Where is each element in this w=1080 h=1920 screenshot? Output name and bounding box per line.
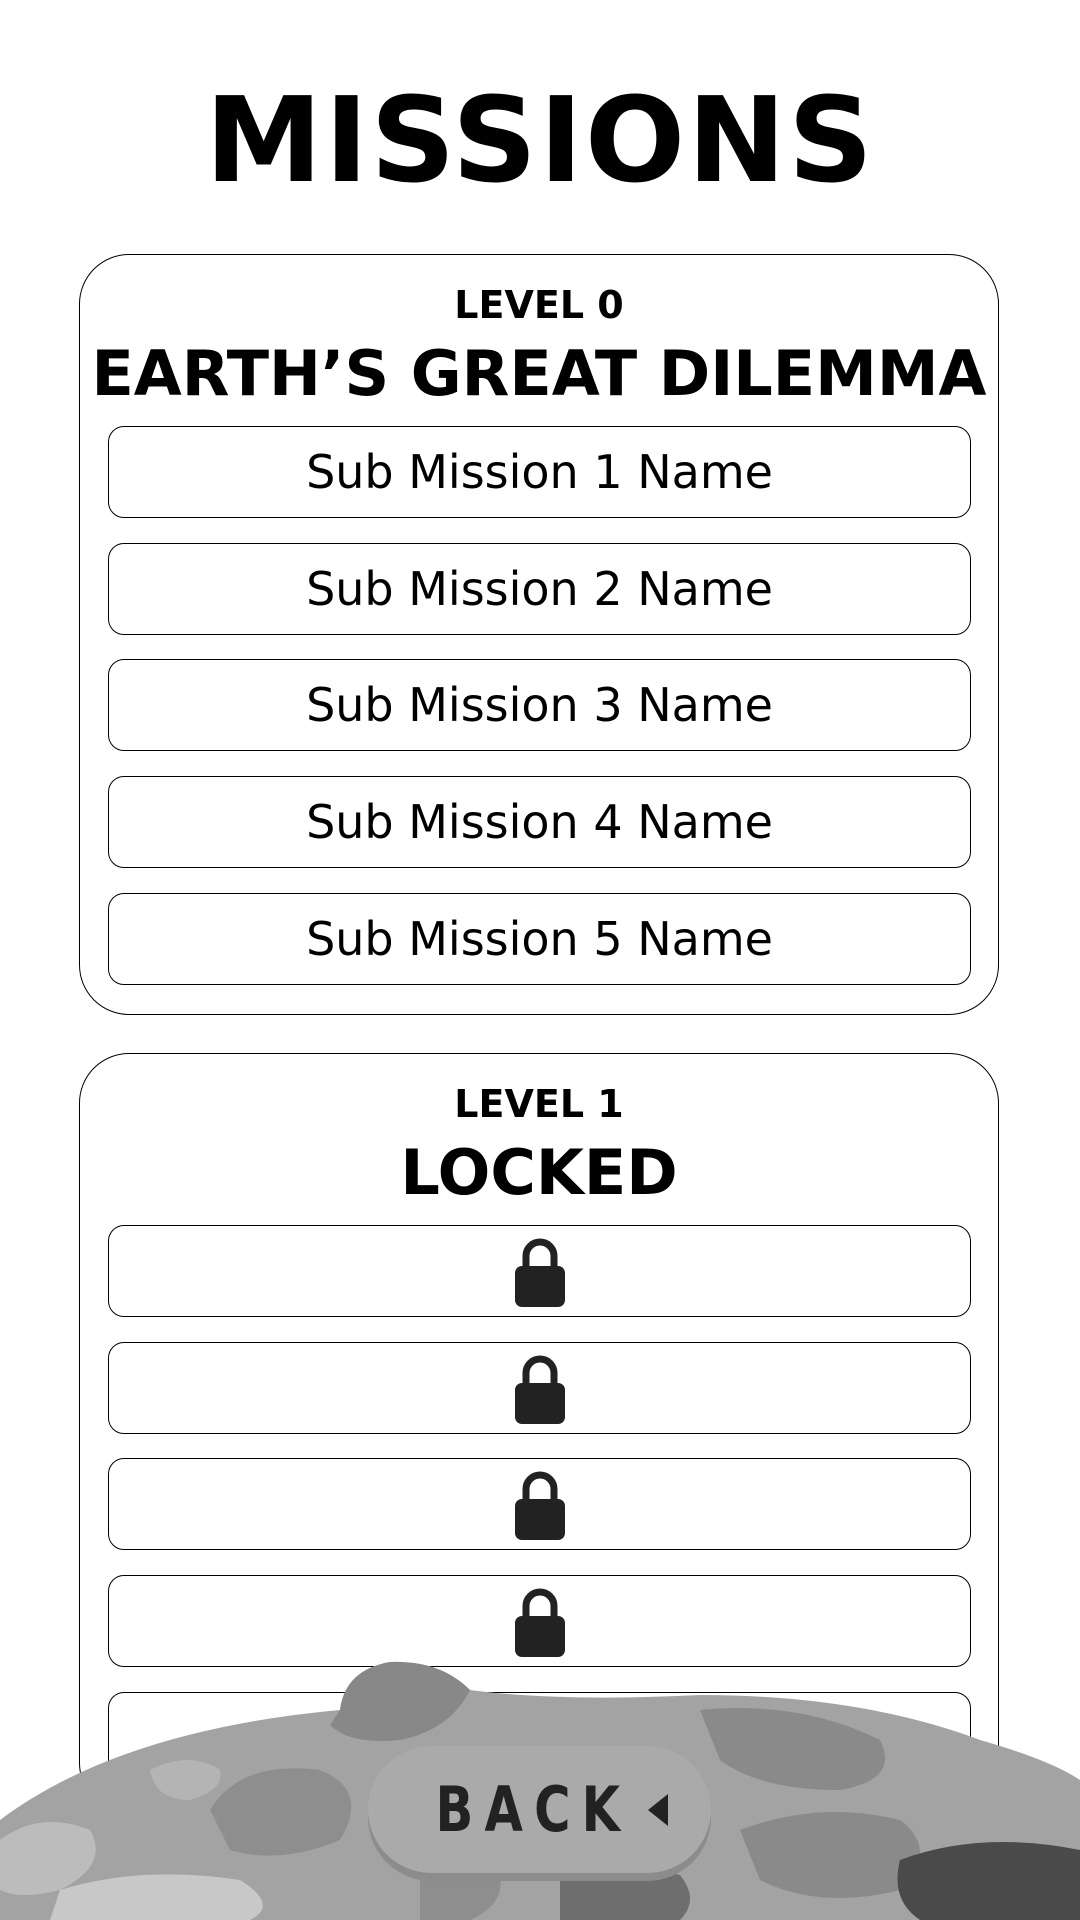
sub-mission-4-button[interactable]: Sub Mission 4 Name	[108, 776, 971, 868]
locked-mission-3-slot[interactable]	[108, 1458, 971, 1550]
sub-mission-2-button[interactable]: Sub Mission 2 Name	[108, 543, 971, 635]
level-0-card: LEVEL 0 EARTH’S GREAT DILEMMA Sub Missio…	[79, 254, 999, 1015]
level-1-label: LEVEL 1	[454, 1082, 624, 1126]
level-1-card: LEVEL 1 LOCKED	[79, 1053, 999, 1813]
locked-mission-4-slot[interactable]	[108, 1575, 971, 1667]
sub-mission-1-button[interactable]: Sub Mission 1 Name	[108, 426, 971, 518]
level-0-title: EARTH’S GREAT DILEMMA	[91, 337, 987, 410]
locked-mission-2-slot[interactable]	[108, 1342, 971, 1434]
back-button[interactable]: BACK	[368, 1746, 711, 1873]
lock-icon	[514, 1355, 565, 1424]
lock-icon	[514, 1238, 565, 1307]
sub-mission-3-button[interactable]: Sub Mission 3 Name	[108, 659, 971, 751]
locked-mission-1-slot[interactable]	[108, 1225, 971, 1317]
lock-icon	[514, 1588, 565, 1657]
back-button-label: BACK	[435, 1773, 632, 1846]
level-1-title: LOCKED	[400, 1136, 678, 1209]
page-title: MISSIONS	[205, 71, 875, 209]
sub-mission-5-button[interactable]: Sub Mission 5 Name	[108, 893, 971, 985]
level-0-label: LEVEL 0	[454, 283, 624, 327]
lock-icon	[514, 1471, 565, 1540]
triangle-left-icon	[647, 1793, 668, 1826]
